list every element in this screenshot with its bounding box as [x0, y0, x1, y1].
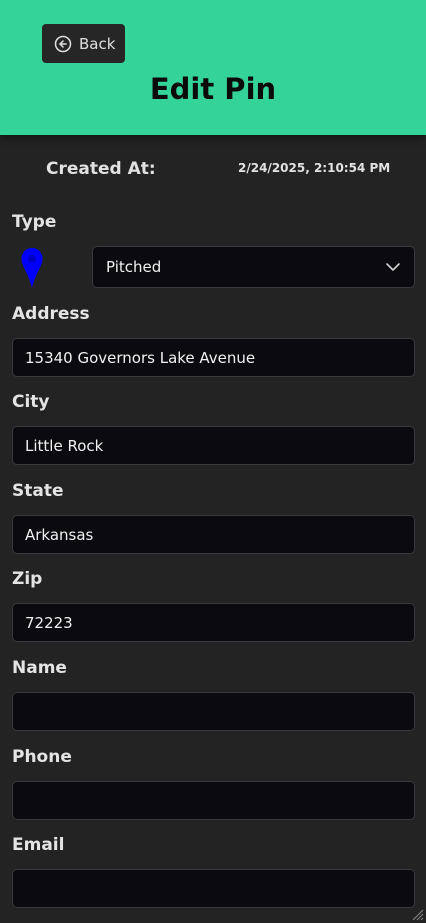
state-input[interactable] [12, 515, 415, 554]
address-label: Address [12, 304, 90, 324]
map-pin-icon [21, 248, 43, 288]
email-input[interactable] [12, 869, 415, 908]
zip-input[interactable] [12, 603, 415, 642]
city-input[interactable] [12, 426, 415, 465]
zip-label: Zip [12, 569, 43, 589]
chevron-down-icon [386, 263, 400, 271]
type-label: Type [12, 212, 57, 232]
address-input[interactable] [12, 338, 415, 377]
email-label: Email [12, 835, 65, 855]
name-input[interactable] [12, 692, 415, 731]
phone-input[interactable] [12, 781, 415, 820]
type-select[interactable]: Pitched [92, 246, 415, 288]
state-label: State [12, 481, 64, 501]
back-button[interactable]: Back [42, 24, 125, 63]
page-title: Edit Pin [149, 72, 277, 106]
phone-label: Phone [12, 747, 72, 767]
name-label: Name [12, 658, 67, 678]
header-bar: Back Edit Pin [0, 0, 426, 135]
back-button-label: Back [79, 34, 116, 53]
arrow-left-circle-icon [54, 35, 72, 52]
edit-pin-form: Created At: 2/24/2025, 2:10:54 PM Type P… [0, 135, 426, 923]
resize-grip-icon[interactable] [410, 907, 424, 921]
city-label: City [12, 392, 50, 412]
type-select-value: Pitched [106, 258, 162, 276]
created-at-label: Created At: [46, 159, 156, 179]
created-at-value: 2/24/2025, 2:10:54 PM [238, 161, 391, 175]
